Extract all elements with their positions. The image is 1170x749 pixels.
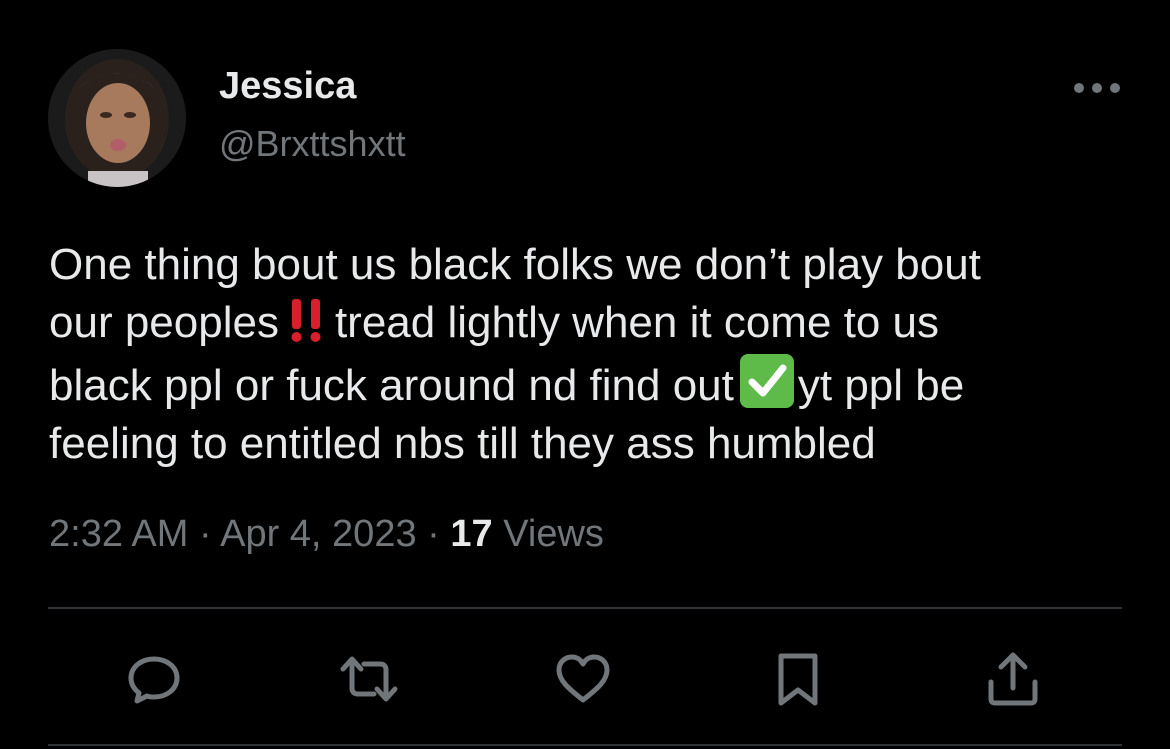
tweet-line: black ppl or fuck around nd find out yt … xyxy=(49,352,1129,415)
tweet-line-text: feeling to entitled nbs till they ass hu… xyxy=(49,419,876,468)
check-mark-emoji-icon xyxy=(739,354,794,408)
retweet-button[interactable] xyxy=(340,650,398,708)
tweet-line-text: tread lightly when it come to us xyxy=(334,298,940,347)
profile-photo xyxy=(48,49,186,187)
views-count[interactable]: 17 xyxy=(450,513,492,555)
tweet-line: One thing bout us black folks we don’t p… xyxy=(49,236,1129,294)
display-name[interactable]: Jessica xyxy=(219,64,356,108)
tweet-line-text: One thing bout us black folks we don’t p… xyxy=(49,240,981,289)
avatar[interactable] xyxy=(48,49,186,187)
share-icon xyxy=(988,652,1038,706)
reply-button[interactable] xyxy=(125,650,183,708)
heart-icon xyxy=(556,654,610,703)
ellipsis-icon xyxy=(1074,83,1120,93)
reply-icon xyxy=(128,656,180,704)
tweet-time[interactable]: 2:32 AM xyxy=(49,513,188,555)
tweet-line: our peoples tread lightly when it come t… xyxy=(49,294,1129,352)
more-options-button[interactable] xyxy=(1071,76,1123,100)
like-button[interactable] xyxy=(554,650,612,708)
tweet-date[interactable]: Apr 4, 2023 xyxy=(220,513,416,555)
tweet-meta: 2:32 AM · Apr 4, 2023 · 17 Views xyxy=(49,511,604,557)
meta-separator: · xyxy=(416,513,451,555)
tweet-line-text: black ppl or fuck around nd find out xyxy=(49,361,734,410)
views-label: Views xyxy=(492,513,604,555)
tweet-line: feeling to entitled nbs till they ass hu… xyxy=(49,415,1129,473)
meta-separator: · xyxy=(188,513,221,555)
tweet-text: One thing bout us black folks we don’t p… xyxy=(49,236,1129,473)
bookmark-button[interactable] xyxy=(769,650,827,708)
retweet-icon xyxy=(340,656,398,702)
double-exclamation-emoji-icon xyxy=(291,299,321,342)
share-button[interactable] xyxy=(984,650,1042,708)
divider xyxy=(48,607,1122,609)
bookmark-icon xyxy=(778,653,818,706)
tweet-line-text: our peoples xyxy=(49,298,279,347)
divider xyxy=(48,744,1122,746)
username-handle[interactable]: @Brxttshxtt xyxy=(219,122,406,166)
tweet-line-text: yt ppl be xyxy=(797,361,965,410)
